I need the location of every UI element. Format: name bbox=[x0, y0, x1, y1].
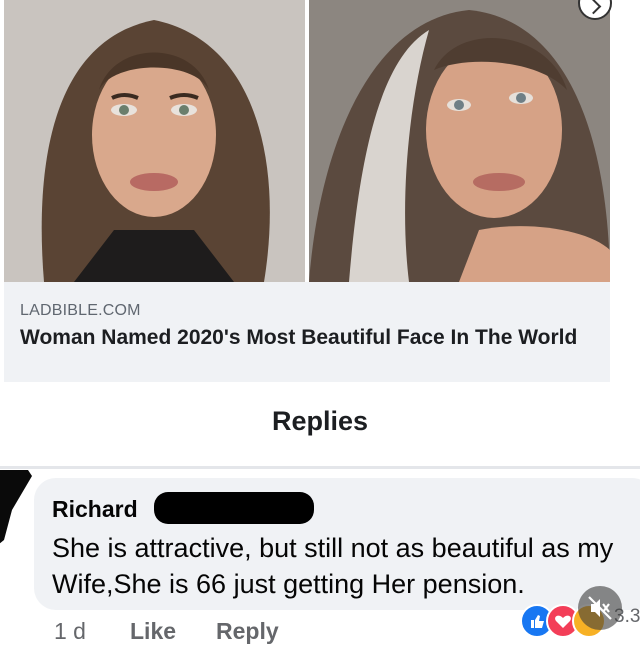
portrait-image bbox=[4, 0, 305, 282]
link-headline[interactable]: Woman Named 2020's Most Beautiful Face I… bbox=[20, 324, 580, 352]
comment-text: She is attractive, but still not as beau… bbox=[52, 533, 614, 599]
comment-timestamp[interactable]: 1 d bbox=[54, 618, 86, 645]
comment-author[interactable]: Richard bbox=[52, 496, 138, 523]
link-source: LADBIBLE.COM bbox=[20, 302, 141, 319]
like-button[interactable]: Like bbox=[130, 618, 176, 645]
preview-photo-right[interactable] bbox=[309, 0, 610, 282]
preview-photo-left[interactable] bbox=[4, 0, 305, 282]
reply-button[interactable]: Reply bbox=[216, 618, 279, 645]
replies-heading: Replies bbox=[271, 406, 369, 436]
comment-bubble: Richard She is attractive, but still not… bbox=[34, 478, 640, 610]
redaction-bar bbox=[154, 492, 314, 524]
section-divider bbox=[0, 466, 640, 469]
mute-icon[interactable] bbox=[578, 586, 622, 630]
portrait-image bbox=[309, 0, 610, 282]
link-preview-card[interactable]: LADBIBLE.COM Woman Named 2020's Most Bea… bbox=[4, 282, 610, 382]
